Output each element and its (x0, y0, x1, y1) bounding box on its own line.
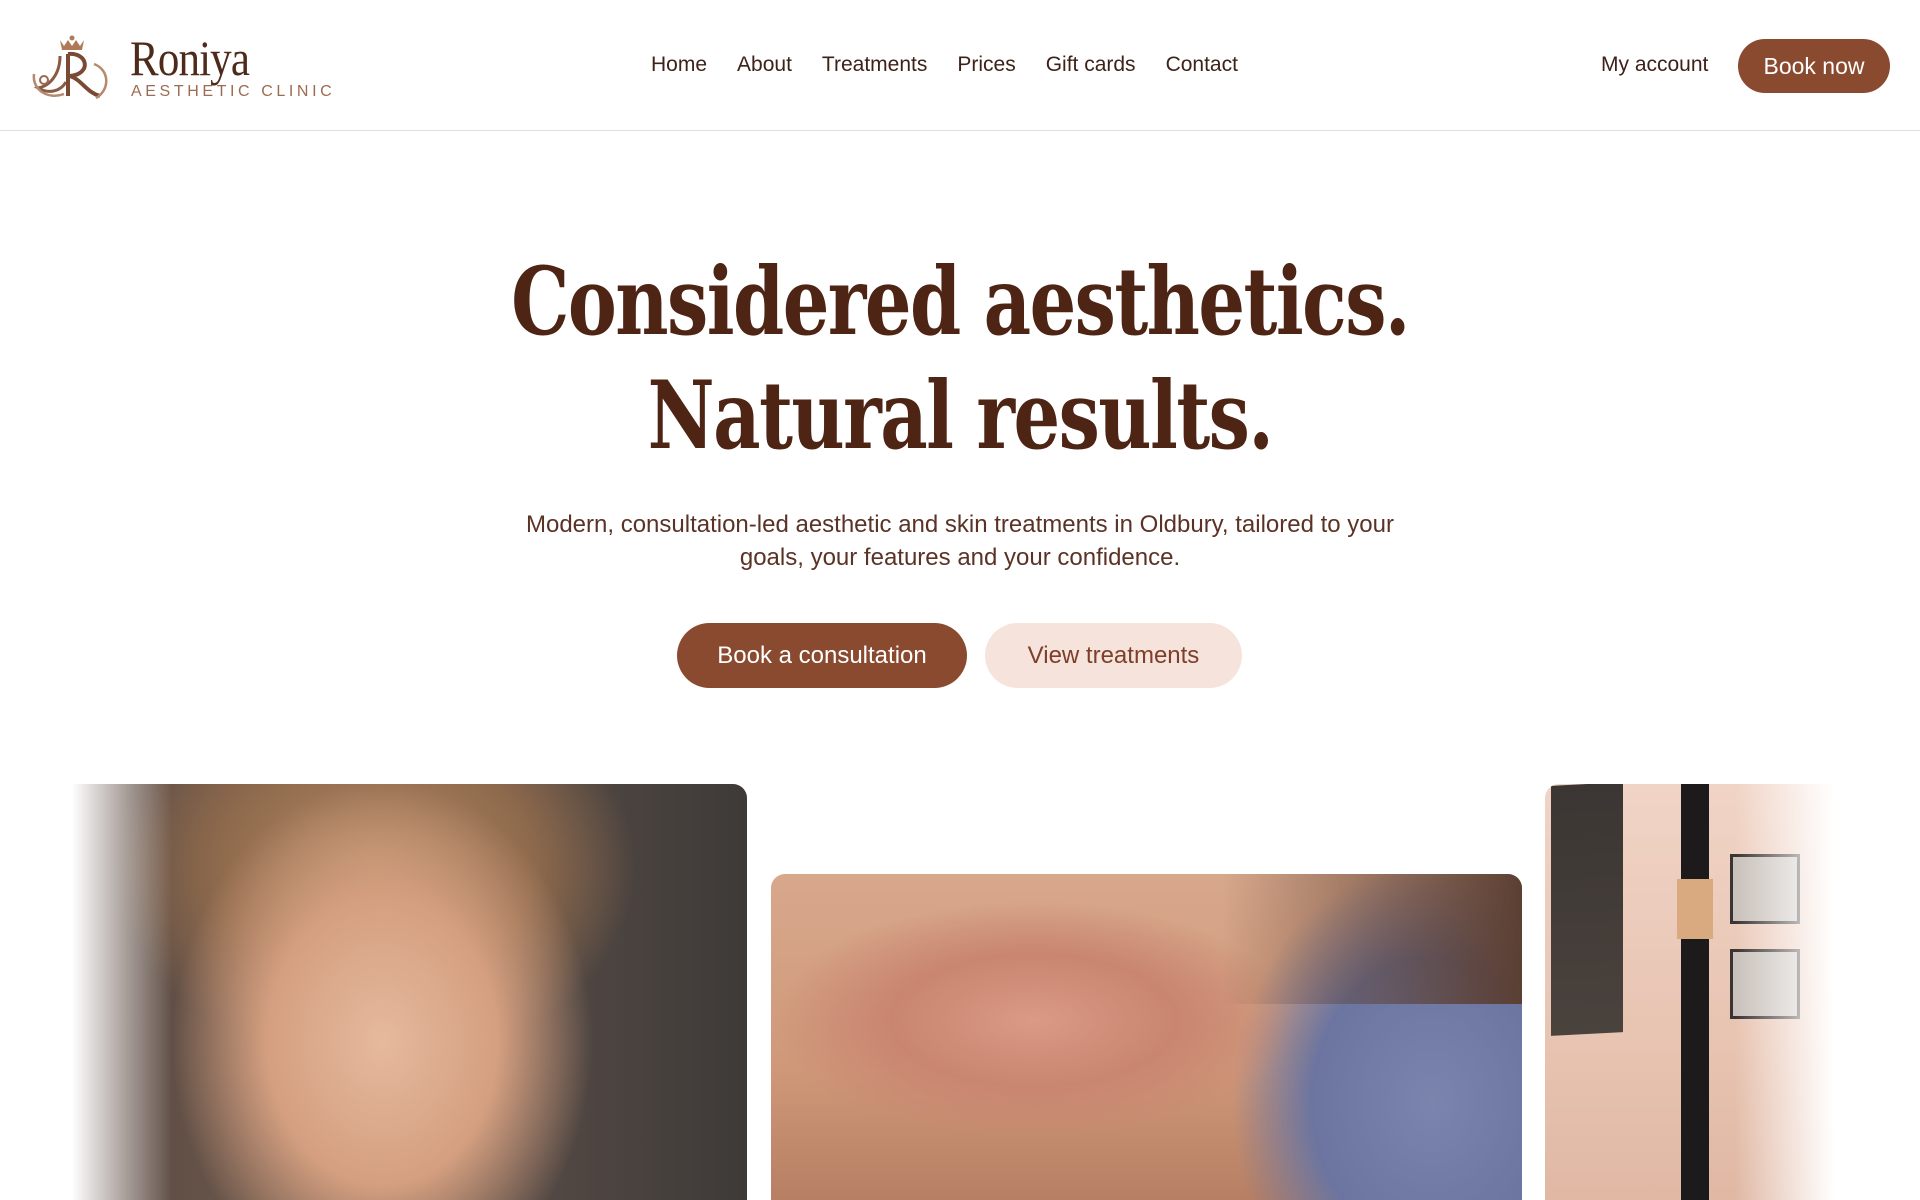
hero-title: Considered aesthetics. Natural results. (0, 245, 1920, 473)
main-nav: Home About Treatments Prices Gift cards … (651, 50, 1268, 80)
clinic-interior-photo (1545, 784, 1845, 1200)
ring-light-stand (1681, 784, 1709, 1200)
hero-subtitle: Modern, consultation-led aesthetic and s… (525, 511, 1394, 571)
wall-poster (1551, 784, 1623, 1036)
nav-item-about[interactable]: About (737, 50, 792, 80)
my-account-link[interactable]: My account (1601, 50, 1708, 80)
photo-fade-left (72, 784, 172, 1200)
stand-clamp (1677, 879, 1713, 939)
brand-logo-link[interactable]: Roniya AESTHETIC CLINIC (30, 30, 332, 104)
brand-name: Roniya (130, 30, 250, 86)
hero-title-line-1: Considered aesthetics. (511, 247, 1410, 357)
nav-item-contact[interactable]: Contact (1166, 50, 1238, 80)
view-treatments-button[interactable]: View treatments (985, 623, 1242, 688)
nav-item-gift-cards[interactable]: Gift cards (1046, 50, 1136, 80)
crown-monogram-icon (32, 35, 108, 100)
photo-shade (1222, 874, 1522, 1004)
hero-title-line-2: Natural results. (647, 361, 1274, 471)
book-now-button[interactable]: Book now (1738, 39, 1890, 93)
nav-item-home[interactable]: Home (651, 50, 707, 80)
lip-filler-injection-photo (771, 874, 1522, 1200)
site-header: Roniya AESTHETIC CLINIC Home About Treat… (0, 0, 1920, 131)
brand-tagline: AESTHETIC CLINIC (131, 83, 336, 100)
photo-fade-right (1735, 784, 1845, 1200)
forehead-markings-treatment-photo (72, 784, 747, 1200)
nav-item-treatments[interactable]: Treatments (822, 50, 927, 80)
book-consultation-button[interactable]: Book a consultation (677, 623, 967, 688)
nav-item-prices[interactable]: Prices (957, 50, 1015, 80)
